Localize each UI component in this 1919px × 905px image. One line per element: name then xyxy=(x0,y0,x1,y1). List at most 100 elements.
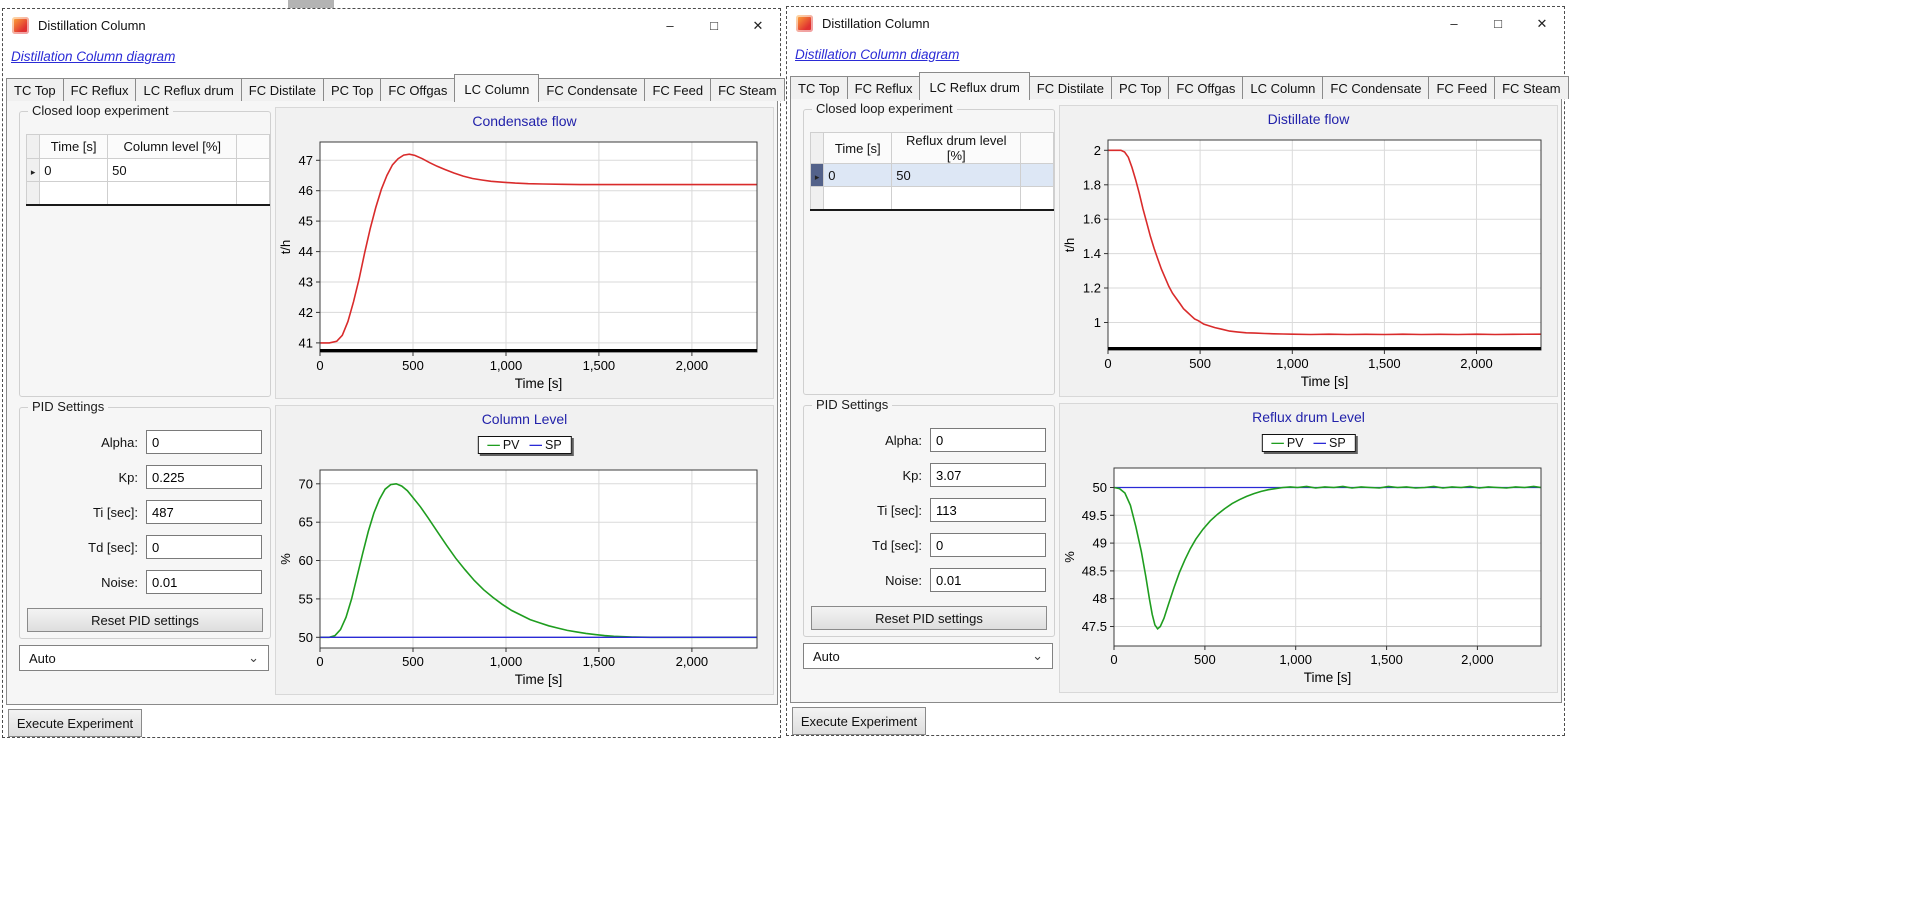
execute-experiment-button[interactable]: Execute Experiment xyxy=(8,709,142,737)
reset-pid-button[interactable]: Reset PID settings xyxy=(27,608,263,632)
pid-row-kp: Kp: xyxy=(20,465,262,489)
cell-level[interactable]: 50 xyxy=(892,164,1021,187)
tab-tc-top[interactable]: TC Top xyxy=(790,76,848,99)
legend-label-pv: PV xyxy=(1287,436,1304,450)
td-input[interactable] xyxy=(146,535,262,559)
pid-row-td: Td [sec]: xyxy=(20,535,262,559)
svg-text:%: % xyxy=(278,553,293,565)
alpha-input[interactable] xyxy=(930,428,1046,452)
titlebar[interactable]: Distillation Column – □ ✕ xyxy=(3,9,780,42)
reset-pid-button[interactable]: Reset PID settings xyxy=(811,606,1047,630)
pid-settings-group: PID Settings Alpha: Kp: Ti [sec]: Td [se… xyxy=(19,407,271,639)
close-button[interactable]: ✕ xyxy=(1520,7,1564,40)
tab-fc-feed[interactable]: FC Feed xyxy=(1428,76,1495,99)
tab-pc-top[interactable]: PC Top xyxy=(1111,76,1169,99)
tab-fc-condensate[interactable]: FC Condensate xyxy=(1322,76,1429,99)
execute-experiment-button[interactable]: Execute Experiment xyxy=(792,707,926,735)
cell-level-empty[interactable] xyxy=(892,187,1021,211)
kp-input[interactable] xyxy=(930,463,1046,487)
tab-lc-column[interactable]: LC Column xyxy=(1242,76,1323,99)
closed-loop-experiment-group: Closed loop experiment Time [s] Column l… xyxy=(19,111,271,397)
tab-lc-column[interactable]: LC Column xyxy=(454,74,539,102)
table-row-empty xyxy=(27,182,270,206)
table-corner-cell[interactable] xyxy=(811,133,824,164)
kp-label: Kp: xyxy=(20,470,146,485)
ti-label: Ti [sec]: xyxy=(804,503,930,518)
table-header-time[interactable]: Time [s] xyxy=(824,133,892,164)
ti-input[interactable] xyxy=(146,500,262,524)
tab-fc-steam[interactable]: FC Steam xyxy=(710,78,785,101)
cell-time-empty[interactable] xyxy=(824,187,892,211)
tab-fc-offgas[interactable]: FC Offgas xyxy=(1168,76,1243,99)
tab-lc-reflux-drum[interactable]: LC Reflux drum xyxy=(919,72,1029,100)
tab-fc-offgas[interactable]: FC Offgas xyxy=(380,78,455,101)
legend-item-pv: —PV xyxy=(487,438,519,452)
table-header-level[interactable]: Reflux drum level [%] xyxy=(892,133,1021,164)
tab-lc-reflux-drum[interactable]: LC Reflux drum xyxy=(135,78,241,101)
close-button[interactable]: ✕ xyxy=(736,9,780,42)
table-row: ▸ 0 50 xyxy=(811,164,1054,187)
pid-settings-group: PID Settings Alpha: Kp: Ti [sec]: Td [se… xyxy=(803,405,1055,637)
tab-fc-reflux[interactable]: FC Reflux xyxy=(63,78,137,101)
alpha-input[interactable] xyxy=(146,430,262,454)
cell-level[interactable]: 50 xyxy=(108,159,237,182)
svg-text:1,000: 1,000 xyxy=(490,654,523,669)
sp-line-icon: — xyxy=(530,438,543,452)
chart-plot-area: 05001,0001,5002,00047.54848.54949.550%Ti… xyxy=(1062,428,1555,690)
tab-fc-steam[interactable]: FC Steam xyxy=(1494,76,1569,99)
row-header-cell[interactable] xyxy=(811,187,824,211)
minimize-button[interactable]: – xyxy=(648,9,692,42)
tab-fc-condensate[interactable]: FC Condensate xyxy=(538,78,645,101)
titlebar[interactable]: Distillation Column – □ ✕ xyxy=(787,7,1564,40)
noise-input[interactable] xyxy=(146,570,262,594)
pv-line-icon: — xyxy=(487,438,500,452)
mode-dropdown[interactable]: Auto ⌄ xyxy=(803,643,1053,669)
td-label: Td [sec]: xyxy=(804,538,930,553)
tab-fc-distilate[interactable]: FC Distilate xyxy=(1029,76,1112,99)
svg-text:t/h: t/h xyxy=(1062,238,1077,252)
cell-time[interactable]: 0 xyxy=(40,159,108,182)
table-header-time[interactable]: Time [s] xyxy=(40,135,108,159)
row-header-cell[interactable] xyxy=(27,182,40,206)
legend-item-pv: —PV xyxy=(1271,436,1303,450)
minimize-button[interactable]: – xyxy=(1432,7,1476,40)
row-header-cell[interactable]: ▸ xyxy=(27,159,40,182)
pid-row-kp: Kp: xyxy=(804,463,1046,487)
table-header-level[interactable]: Column level [%] xyxy=(108,135,237,159)
diagram-link[interactable]: Distillation Column diagram xyxy=(795,47,959,62)
window-lc-reflux-drum: Distillation Column – □ ✕ Distillation C… xyxy=(786,6,1565,736)
tab-tc-top[interactable]: TC Top xyxy=(6,78,64,101)
tab-pc-top[interactable]: PC Top xyxy=(323,78,381,101)
svg-text:0: 0 xyxy=(1110,652,1117,667)
ti-input[interactable] xyxy=(930,498,1046,522)
chart-plot-area: 05001,0001,5002,00011.21.41.61.82t/hTime… xyxy=(1062,130,1555,394)
pid-row-alpha: Alpha: xyxy=(804,428,1046,452)
mode-dropdown[interactable]: Auto ⌄ xyxy=(19,645,269,671)
cell-level-empty[interactable] xyxy=(108,182,237,206)
table-header-filler xyxy=(1021,133,1054,164)
row-header-cell[interactable]: ▸ xyxy=(811,164,824,187)
diagram-link[interactable]: Distillation Column diagram xyxy=(11,49,175,64)
cell-time-empty[interactable] xyxy=(40,182,108,206)
noise-input[interactable] xyxy=(930,568,1046,592)
chart-distillate-flow: Distillate flow 05001,0001,5002,00011.21… xyxy=(1059,105,1558,397)
table-corner-cell[interactable] xyxy=(27,135,40,159)
table-row-empty xyxy=(811,187,1054,211)
cell-time[interactable]: 0 xyxy=(824,164,892,187)
td-input[interactable] xyxy=(930,533,1046,557)
maximize-button[interactable]: □ xyxy=(692,9,736,42)
svg-text:43: 43 xyxy=(299,275,313,290)
tab-fc-distilate[interactable]: FC Distilate xyxy=(241,78,324,101)
tab-fc-feed[interactable]: FC Feed xyxy=(644,78,711,101)
chart-reflux-drum-level: Reflux drum Level —PV —SP 05001,0001,500… xyxy=(1059,403,1558,693)
svg-text:49: 49 xyxy=(1093,536,1107,551)
maximize-button[interactable]: □ xyxy=(1476,7,1520,40)
alpha-label: Alpha: xyxy=(20,435,146,450)
svg-text:1,000: 1,000 xyxy=(1279,652,1312,667)
pid-row-td: Td [sec]: xyxy=(804,533,1046,557)
svg-text:Time [s]: Time [s] xyxy=(515,376,563,391)
cell-filler xyxy=(1021,187,1054,211)
kp-input[interactable] xyxy=(146,465,262,489)
pv-line-icon: — xyxy=(1271,436,1284,450)
tab-fc-reflux[interactable]: FC Reflux xyxy=(847,76,921,99)
